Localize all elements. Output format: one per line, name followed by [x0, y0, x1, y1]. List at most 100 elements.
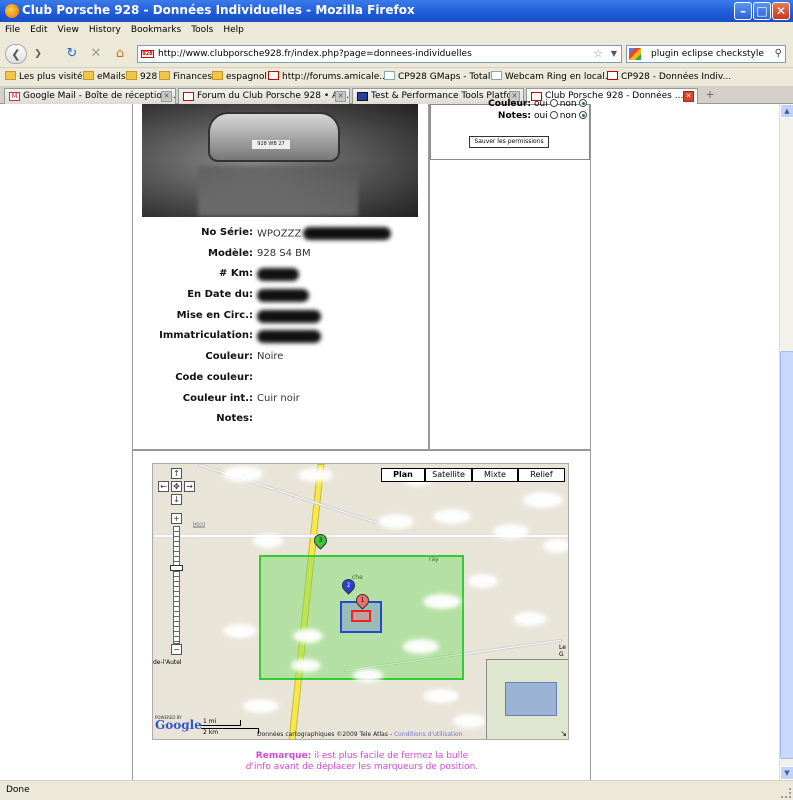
google-map[interactable]: de-l'Autel Le G D39 ray che 3 2 1 Plan S… — [152, 463, 569, 740]
map-artifact — [513, 612, 547, 626]
row-km: # Km: — [134, 268, 424, 284]
menu-bookmarks[interactable]: Bookmarks — [126, 22, 186, 35]
map-copyright: Données cartographiques ©2009 Tele Atlas… — [257, 731, 463, 738]
site-icon — [268, 71, 279, 80]
tab-close-icon[interactable]: ✕ — [683, 91, 694, 102]
home-icon[interactable]: ⌂ — [112, 44, 128, 64]
tab-strip: M Google Mail - Boîte de réception ... ✕ F… — [0, 87, 793, 105]
road-label: D39 — [193, 522, 206, 528]
status-text: Done — [6, 785, 30, 795]
zoom-slider[interactable] — [173, 526, 180, 644]
pan-center-icon[interactable]: ✥ — [171, 481, 182, 492]
overview-viewport[interactable] — [505, 682, 557, 716]
pan-up-icon[interactable]: ↑ — [171, 468, 182, 479]
eclipse-icon — [357, 92, 368, 101]
search-bar[interactable]: plugin eclipse checkstyle ⚲ — [626, 45, 786, 63]
map-artifact — [223, 624, 257, 638]
tab-gmail[interactable]: M Google Mail - Boîte de réception ... ✕ — [4, 88, 176, 104]
map-artifact — [453, 714, 485, 728]
field-label: Modèle: — [208, 248, 253, 259]
url-bar[interactable]: 928 http://www.clubporsche928.fr/index.p… — [137, 45, 622, 63]
bookmark-label: Finances — [173, 72, 213, 82]
minimize-icon[interactable]: – — [734, 2, 752, 20]
close-icon[interactable]: ✕ — [772, 2, 790, 20]
bookmark-finances[interactable]: Finances — [159, 70, 212, 84]
stop-icon[interactable]: ✕ — [88, 44, 104, 64]
map-type-mixte[interactable]: Mixte — [472, 468, 518, 482]
map-artifact — [493, 524, 529, 539]
google-logo[interactable]: Google — [155, 718, 202, 732]
bookmark-most-visited[interactable]: Les plus visités — [5, 70, 87, 84]
back-button[interactable]: ❮ — [5, 44, 27, 64]
save-permissions-button[interactable]: Sauver les permissions — [469, 136, 549, 148]
menu-file[interactable]: File — [0, 22, 25, 35]
terms-link[interactable]: Conditions d'utilisation — [394, 731, 463, 738]
bookmark-label: Les plus visités — [19, 72, 88, 82]
bookmark-espagnol[interactable]: espagnol — [212, 70, 267, 84]
oui-label: oui — [534, 99, 548, 109]
menu-help[interactable]: Help — [218, 22, 249, 35]
radio-non[interactable] — [578, 99, 587, 107]
zone-rectangle-small[interactable] — [351, 610, 371, 622]
place-label: de-l'Autel — [153, 659, 182, 666]
bookmark-label: eMails — [97, 72, 126, 82]
bookmark-label: http://forums.amicale... — [282, 72, 388, 82]
forward-button[interactable]: ❯ — [30, 44, 46, 64]
perm-label: Notes: — [497, 111, 531, 121]
bookmark-emails[interactable]: eMails — [83, 70, 126, 84]
bookmark-webcam-ring[interactable]: Webcam Ring en local... — [491, 70, 613, 84]
new-tab-icon[interactable]: + — [702, 89, 718, 103]
zoom-out-icon[interactable]: − — [171, 644, 182, 655]
scroll-down-icon[interactable]: ▼ — [780, 766, 793, 780]
bookmarks-toolbar: Les plus visités eMails 928 Finances esp… — [0, 68, 793, 87]
site-icon — [183, 92, 194, 101]
bookmark-star-icon[interactable]: ☆ — [593, 46, 603, 62]
resize-grip-icon[interactable] — [781, 788, 791, 798]
zoom-in-icon[interactable]: + — [171, 513, 182, 524]
pan-down-icon[interactable]: ↓ — [171, 494, 182, 505]
bookmark-cp928-donnees[interactable]: CP928 - Données Indiv... — [607, 70, 731, 84]
pan-left-icon[interactable]: ← — [158, 481, 169, 492]
reload-icon[interactable]: ↻ — [64, 44, 80, 64]
license-plate: 928 WB 27 — [252, 140, 290, 149]
tab-close-icon[interactable]: ✕ — [335, 91, 346, 102]
menu-tools[interactable]: Tools — [186, 22, 218, 35]
search-icon[interactable]: ⚲ — [775, 46, 782, 62]
map-artifact — [423, 689, 459, 703]
pan-right-icon[interactable]: → — [184, 481, 195, 492]
google-engine-icon[interactable] — [629, 48, 641, 60]
menu-bar: File Edit View History Bookmarks Tools Help — [0, 22, 793, 40]
redacted-blur — [257, 330, 321, 343]
field-label: Immatriculation: — [159, 330, 253, 341]
folder-icon — [5, 71, 16, 80]
radio-oui[interactable] — [549, 111, 558, 119]
tab-close-icon[interactable]: ✕ — [161, 91, 172, 102]
car-reflection — [198, 166, 358, 216]
zoom-slider-thumb[interactable] — [170, 565, 183, 571]
bookmark-label: 928 — [140, 72, 158, 82]
map-artifact — [523, 492, 563, 508]
map-type-satellite[interactable]: Satellite — [425, 468, 472, 482]
tab-label: Google Mail - Boîte de réception ... — [23, 91, 176, 101]
menu-history[interactable]: History — [84, 22, 126, 35]
field-value: WPOZZZ — [257, 227, 392, 240]
remark-line1: il est plus facile de fermez la bulle — [311, 751, 469, 761]
scroll-up-icon[interactable]: ▲ — [780, 104, 793, 118]
menu-view[interactable]: View — [53, 22, 84, 35]
bookmark-forums-amicale[interactable]: http://forums.amicale... — [268, 70, 388, 84]
bookmark-gmaps-totale[interactable]: CP928 GMaps - Totale — [384, 70, 496, 84]
bookmark-928[interactable]: 928 — [126, 70, 157, 84]
map-overview[interactable]: ↘ — [486, 659, 568, 739]
overview-toggle-icon[interactable]: ↘ — [560, 729, 567, 738]
maximize-icon[interactable]: □ — [753, 2, 771, 20]
url-dropdown-icon[interactable]: ▼ — [611, 46, 617, 62]
row-couleur-int: Couleur int.: Cuir noir — [134, 393, 424, 409]
vertical-scrollbar[interactable]: ▲ ▼ — [779, 104, 793, 780]
menu-edit[interactable]: Edit — [25, 22, 52, 35]
map-type-plan[interactable]: Plan — [381, 468, 425, 482]
scroll-thumb[interactable] — [780, 351, 793, 759]
map-type-relief[interactable]: Relief — [518, 468, 565, 482]
radio-oui[interactable] — [549, 99, 558, 107]
radio-non[interactable] — [578, 111, 587, 119]
tab-forum[interactable]: Forum du Club Porsche 928 • Af... ✕ — [178, 88, 350, 104]
